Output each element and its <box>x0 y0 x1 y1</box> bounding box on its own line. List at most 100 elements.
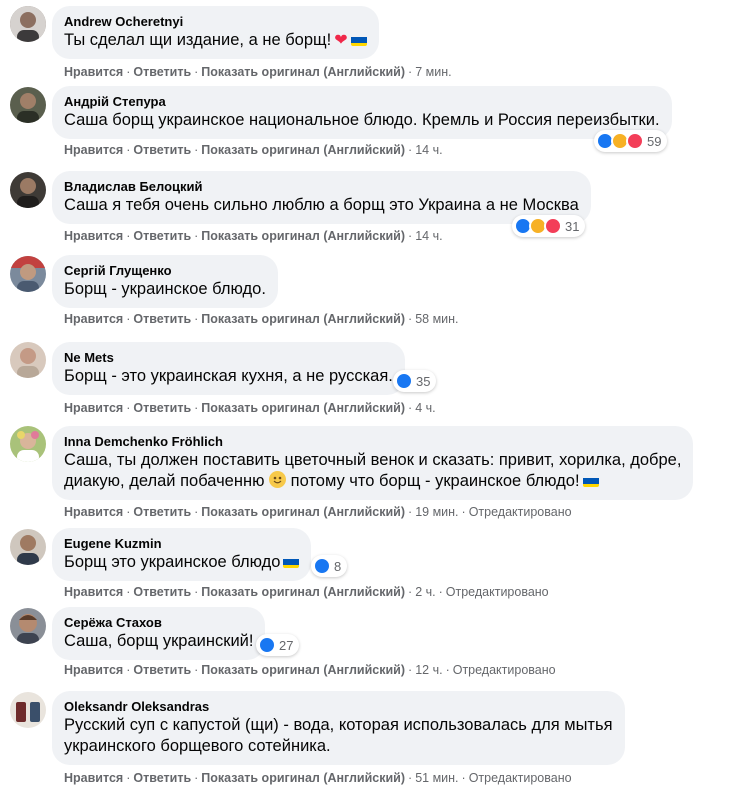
show-original-button[interactable]: Показать оригинал (Английский) <box>201 771 405 785</box>
avatar[interactable] <box>10 529 46 565</box>
like-button[interactable]: Нравится <box>64 771 123 785</box>
separator: · <box>408 771 413 785</box>
timestamp[interactable]: 19 мин. <box>415 505 458 519</box>
comment-bubble: Eugene Kuzmin Борщ это украинское блюдо <box>52 528 312 581</box>
reply-button[interactable]: Ответить <box>133 401 191 415</box>
show-original-button[interactable]: Показать оригинал (Английский) <box>201 143 405 157</box>
comment-author[interactable]: Владислав Белоцкий <box>64 178 579 195</box>
ukraine-flag-icon <box>350 34 367 46</box>
timestamp[interactable]: 58 мин. <box>415 312 458 326</box>
heart-emoji-icon: ❤ <box>334 32 348 49</box>
like-button[interactable]: Нравится <box>64 401 123 415</box>
edited-label[interactable]: Отредактировано <box>469 771 572 785</box>
comment-author[interactable]: Сергій Глущенко <box>64 262 266 279</box>
reply-button[interactable]: Ответить <box>133 143 191 157</box>
timestamp[interactable]: 14 ч. <box>415 143 442 157</box>
timestamp[interactable]: 4 ч. <box>415 401 435 415</box>
separator: · <box>194 401 199 415</box>
timestamp[interactable]: 2 ч. <box>415 585 435 599</box>
separator: · <box>408 505 413 519</box>
edited-label[interactable]: Отредактировано <box>469 505 572 519</box>
comment-author[interactable]: Andrew Ocheretnyi <box>64 13 367 30</box>
edited-label[interactable]: Отредактировано <box>446 585 549 599</box>
comment-text-line-1: Саша, ты должен поставить цветочный вено… <box>64 451 682 469</box>
comment-bubble: Oleksandr Oleksandras Русский суп с капу… <box>52 691 625 765</box>
avatar[interactable] <box>10 692 46 728</box>
separator: · <box>194 229 199 243</box>
comment-author[interactable]: Oleksandr Oleksandras <box>64 698 613 715</box>
comment-bubble: Сергій Глущенко Борщ - украинское блюдо. <box>52 255 278 308</box>
show-original-button[interactable]: Показать оригинал (Английский) <box>201 663 405 677</box>
show-original-button[interactable]: Показать оригинал (Английский) <box>201 505 405 519</box>
like-button[interactable]: Нравится <box>64 663 123 677</box>
comment-actions: Нравится · Ответить · Показать оригинал (Анг… <box>64 662 556 678</box>
avatar[interactable] <box>10 87 46 123</box>
separator: · <box>408 663 413 677</box>
avatar[interactable] <box>10 426 46 462</box>
comment-bubble: Inna Demchenko Fröhlich Саша, ты должен … <box>52 426 694 500</box>
timestamp[interactable]: 14 ч. <box>415 229 442 243</box>
reactions-summary[interactable]: 59 <box>594 130 668 152</box>
like-button[interactable]: Нравится <box>64 312 123 326</box>
reply-button[interactable]: Ответить <box>133 65 191 79</box>
comment-author[interactable]: Андрій Степура <box>64 93 660 110</box>
separator: · <box>194 663 199 677</box>
timestamp[interactable]: 7 мин. <box>415 65 451 79</box>
comment-actions: Нравится · Ответить · Показать оригинал (Анг… <box>64 584 549 600</box>
comment-author[interactable]: Ne Mets <box>64 349 393 366</box>
like-button[interactable]: Нравится <box>64 229 123 243</box>
comment-actions: Нравится · Ответить · Показать оригинал (Анг… <box>64 504 572 520</box>
avatar[interactable] <box>10 6 46 42</box>
comment-author[interactable]: Inna Demchenko Fröhlich <box>64 433 681 450</box>
reactions-summary[interactable]: 35 <box>393 370 437 392</box>
reply-button[interactable]: Ответить <box>133 312 191 326</box>
reactions-summary[interactable]: 27 <box>256 634 300 656</box>
comment-text: Саша я тебя очень сильно люблю а борщ эт… <box>64 196 579 214</box>
like-button[interactable]: Нравится <box>64 585 123 599</box>
timestamp[interactable]: 12 ч. <box>415 663 442 677</box>
comment-bubble: Андрій Степура Саша борщ украинское наци… <box>52 86 672 139</box>
separator: · <box>408 585 413 599</box>
reactions-summary[interactable]: 31 <box>512 215 586 237</box>
separator: · <box>194 65 199 79</box>
separator: · <box>408 229 413 243</box>
comment-text-line-2: диакую, делай побаченню потому что борщ … <box>64 471 681 492</box>
ukraine-flag-icon <box>283 556 300 568</box>
reply-button[interactable]: Ответить <box>133 229 191 243</box>
show-original-button[interactable]: Показать оригинал (Английский) <box>201 585 405 599</box>
comment-text: Саша, борщ украинский! <box>64 632 254 650</box>
comment-bubble: Серёжа Стахов Саша, борщ украинский! <box>52 607 266 660</box>
show-original-button[interactable]: Показать оригинал (Английский) <box>201 229 405 243</box>
separator: · <box>194 312 199 326</box>
edited-label[interactable]: Отредактировано <box>453 663 556 677</box>
separator: · <box>461 771 466 785</box>
show-original-button[interactable]: Показать оригинал (Английский) <box>201 65 405 79</box>
separator: · <box>126 229 131 243</box>
reply-button[interactable]: Ответить <box>133 771 191 785</box>
reply-button[interactable]: Ответить <box>133 663 191 677</box>
reply-button[interactable]: Ответить <box>133 585 191 599</box>
comment-author[interactable]: Eugene Kuzmin <box>64 535 299 552</box>
separator: · <box>408 401 413 415</box>
avatar[interactable] <box>10 256 46 292</box>
separator: · <box>126 143 131 157</box>
separator: · <box>408 65 413 79</box>
like-button[interactable]: Нравится <box>64 505 123 519</box>
show-original-button[interactable]: Показать оригинал (Английский) <box>201 401 405 415</box>
avatar[interactable] <box>10 608 46 644</box>
timestamp[interactable]: 51 мин. <box>415 771 458 785</box>
like-button[interactable]: Нравится <box>64 65 123 79</box>
comment-author[interactable]: Серёжа Стахов <box>64 614 253 631</box>
like-button[interactable]: Нравится <box>64 143 123 157</box>
reply-button[interactable]: Ответить <box>133 505 191 519</box>
comment-text: Ты сделал щи издание, а не борщ! ❤ <box>64 30 367 51</box>
comment-actions: Нравится · Ответить · Показать оригинал (Анг… <box>64 400 436 416</box>
comment-text-content: Борщ это украинское блюдо <box>64 553 281 571</box>
show-original-button[interactable]: Показать оригинал (Английский) <box>201 312 405 326</box>
reaction-count: 8 <box>334 558 342 574</box>
reactions-summary[interactable]: 8 <box>311 555 348 577</box>
avatar[interactable] <box>10 342 46 378</box>
separator: · <box>126 401 131 415</box>
like-reaction-icon <box>395 372 413 390</box>
avatar[interactable] <box>10 172 46 208</box>
